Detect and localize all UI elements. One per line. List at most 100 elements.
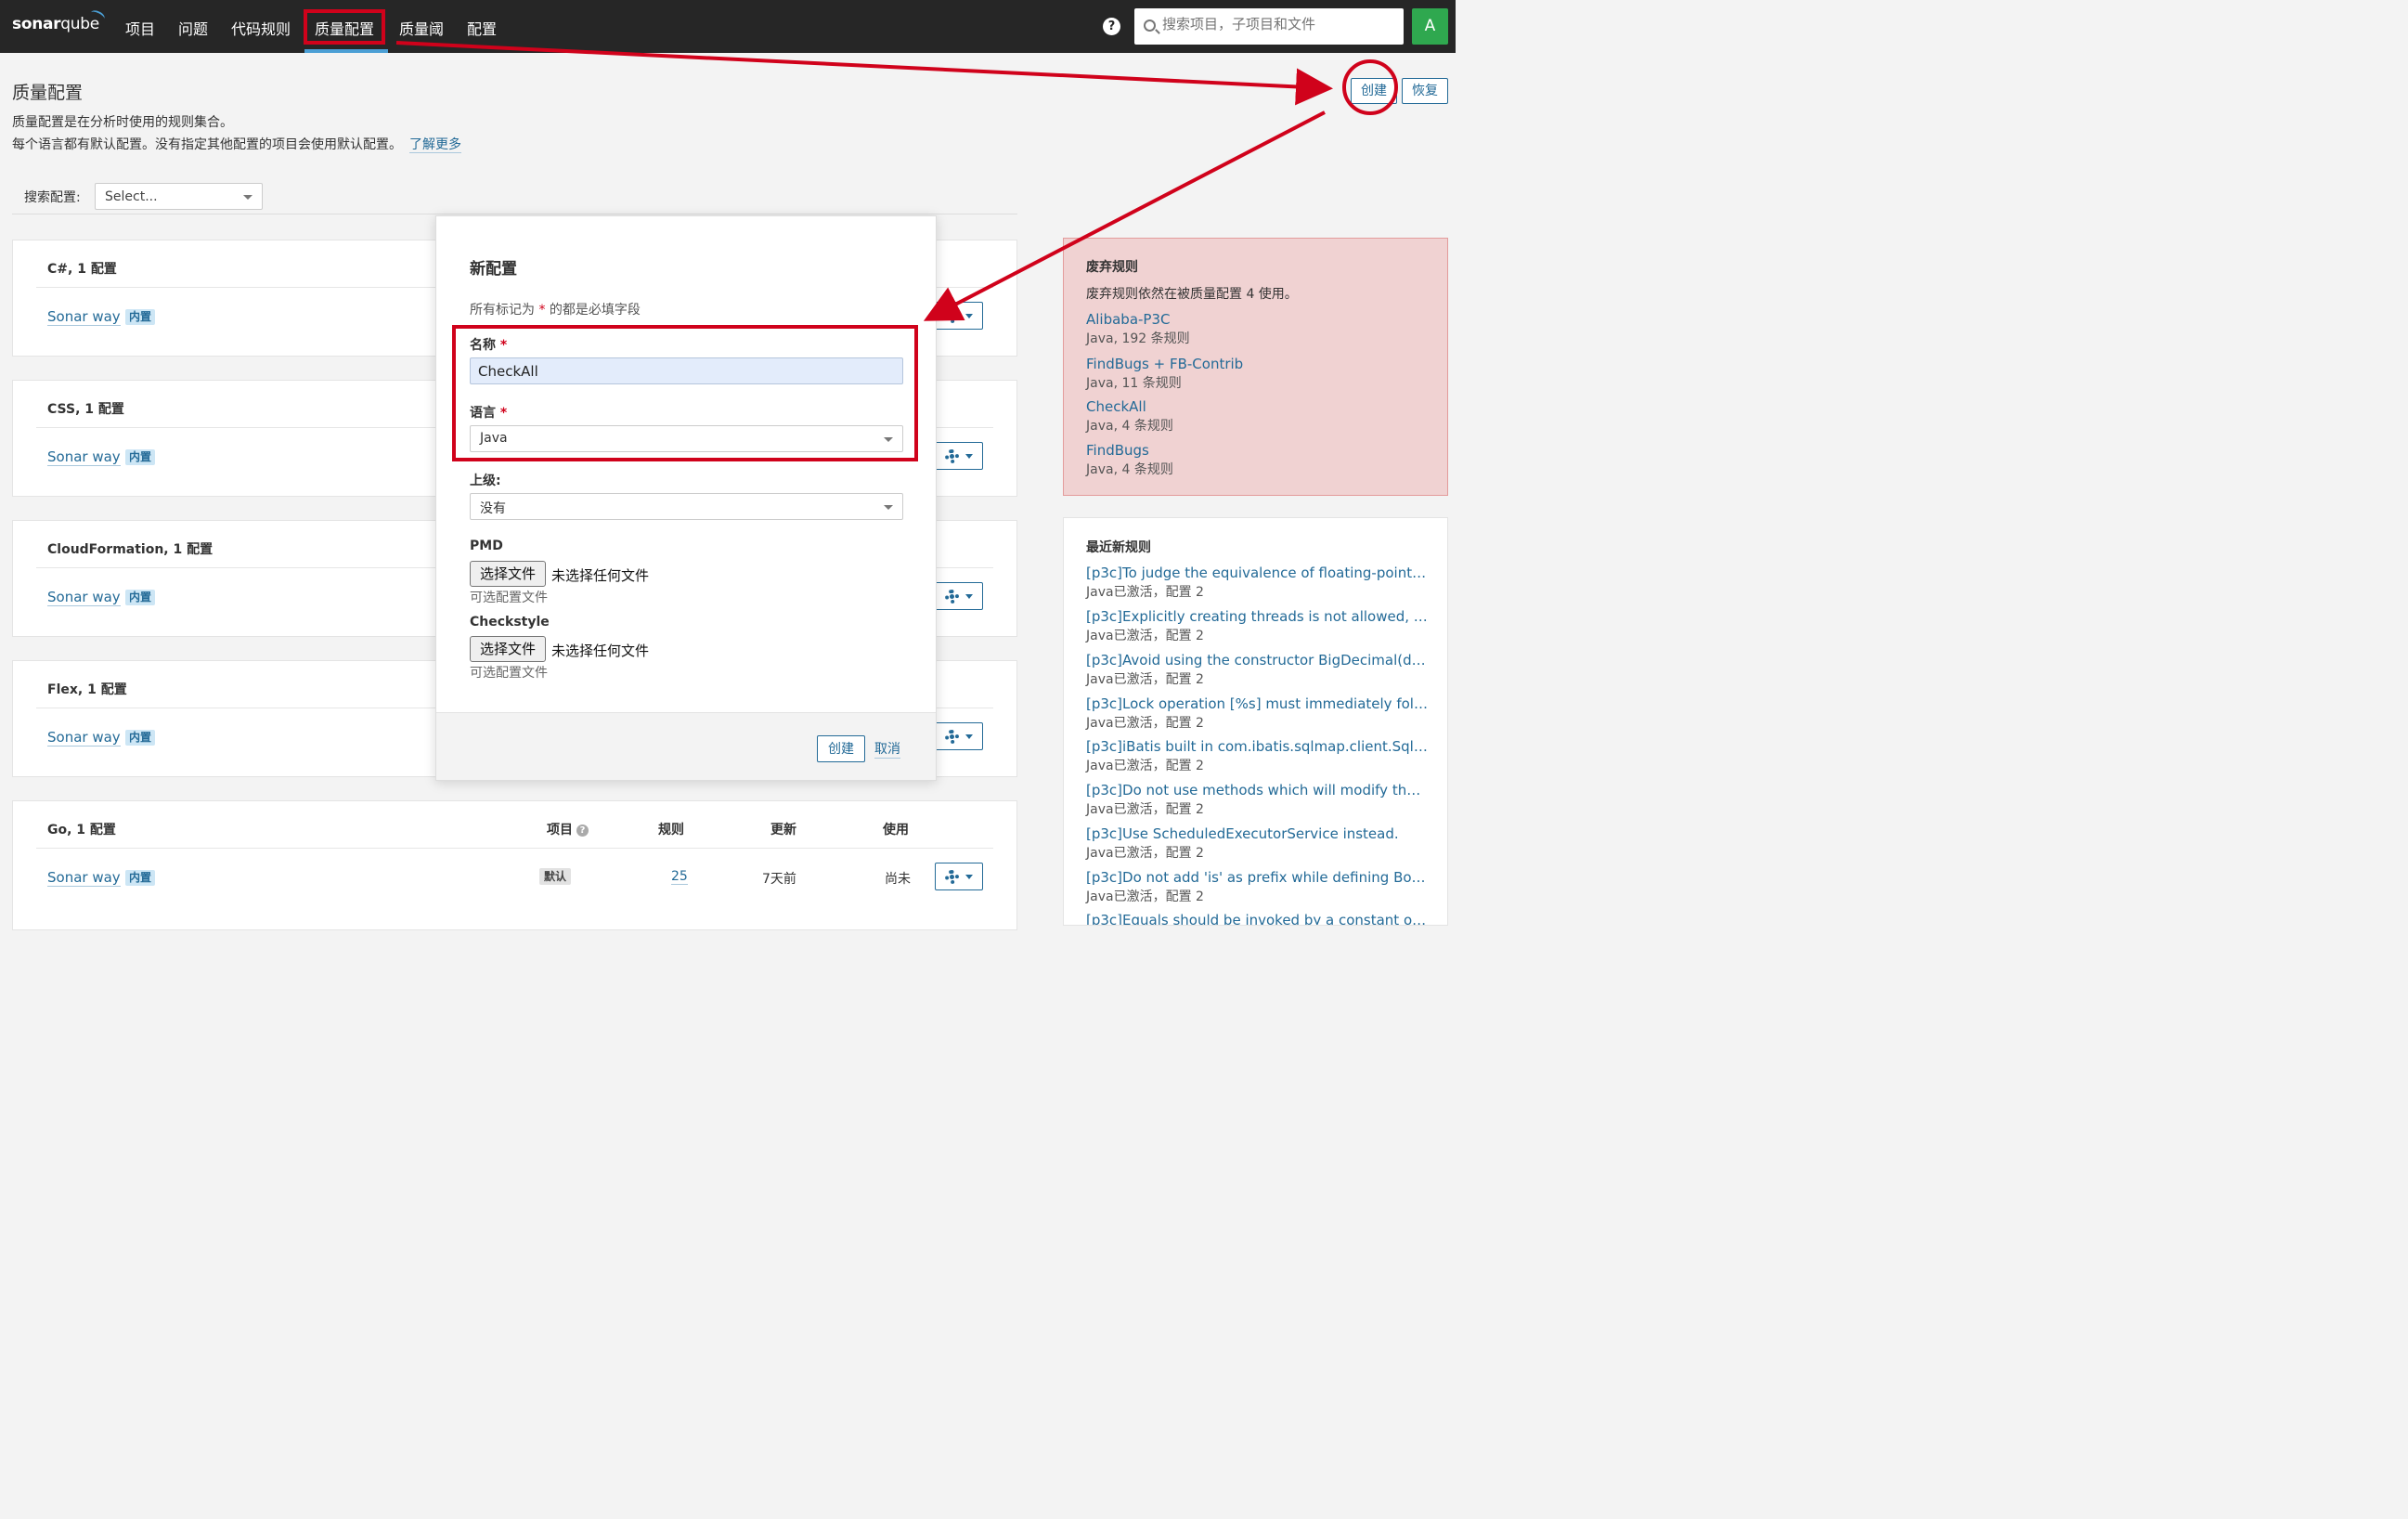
nav-projects[interactable]: 项目 [125, 17, 155, 39]
column-rules: 规则 [658, 823, 684, 837]
recent-rule-link[interactable]: [p3c]Use ScheduledExecutorService instea… [1086, 825, 1428, 842]
page-description-default: 每个语言都有默认配置。没有指定其他配置的项目会使用默认配置。 了解更多 [12, 137, 461, 153]
modal-cancel-link[interactable]: 取消 [874, 739, 900, 759]
checkstyle-no-file-text: 未选择任何文件 [551, 643, 650, 659]
profile-link[interactable]: Sonar way [47, 308, 121, 326]
top-navbar: sonarqube 项目 问题 代码规则 质量配置 质量阈 配置 ? A [0, 0, 1456, 53]
deprecated-profile-sub: Java, 4 条规则 [1086, 462, 1173, 477]
annotation-box-form [452, 325, 918, 461]
language-title: C#, 1 配置 [47, 262, 117, 277]
annotation-box-nav [304, 9, 385, 45]
builtin-badge: 内置 [125, 449, 156, 465]
search-icon [1144, 19, 1156, 32]
checkstyle-label: Checkstyle [470, 615, 550, 630]
gear-icon [945, 590, 959, 604]
modal-create-button[interactable]: 创建 [817, 735, 865, 762]
parent-select[interactable]: 没有 [470, 493, 903, 520]
parent-label: 上级: [470, 474, 501, 488]
recent-rule-sub: Java已激活，配置 2 [1086, 846, 1204, 861]
caret-down-icon [965, 314, 973, 318]
caret-down-icon [965, 454, 973, 459]
profile-link[interactable]: Sonar way [47, 589, 121, 606]
new-profile-modal: 新配置 所有标记为 * 的都是必填字段 名称 * 语言 * Java 上级: 没… [435, 215, 937, 781]
modal-title: 新配置 [470, 260, 517, 279]
deprecated-profile-sub: Java, 11 条规则 [1086, 376, 1182, 391]
global-search[interactable] [1134, 8, 1404, 45]
profile-actions-button[interactable] [935, 442, 983, 470]
language-title: CloudFormation, 1 配置 [47, 542, 214, 557]
recent-rule-link[interactable]: [p3c]Avoid using the constructor BigDeci… [1086, 652, 1428, 669]
search-input[interactable] [1162, 16, 1394, 32]
deprecated-profile-link[interactable]: CheckAll [1086, 398, 1146, 415]
nav-rules[interactable]: 代码规则 [231, 17, 291, 39]
recent-rule-sub: Java已激活，配置 2 [1086, 889, 1204, 904]
pmd-label: PMD [470, 539, 503, 553]
caret-down-icon [965, 875, 973, 879]
builtin-badge: 内置 [125, 730, 156, 746]
profile-actions-button[interactable] [935, 863, 983, 890]
deprecated-profile-sub: Java, 4 条规则 [1086, 419, 1173, 434]
recent-rule-link[interactable]: [p3c]Do not add 'is' as prefix while def… [1086, 869, 1428, 886]
modal-footer: 创建 取消 [436, 712, 936, 780]
page-description: 质量配置是在分析时使用的规则集合。 [12, 115, 233, 130]
pmd-no-file-text: 未选择任何文件 [551, 567, 650, 584]
column-used: 使用 [883, 823, 909, 837]
deprecated-profile-link[interactable]: FindBugs + FB-Contrib [1086, 356, 1243, 372]
help-icon[interactable]: ? [576, 824, 589, 837]
gear-icon [945, 870, 959, 884]
recent-rule-link[interactable]: [p3c]Equals should be invoked by a const… [1086, 912, 1428, 925]
gear-icon [945, 309, 959, 323]
profile-actions-button[interactable] [935, 582, 983, 610]
profile-search-select[interactable]: Select... [95, 183, 263, 210]
nav-quality-gates[interactable]: 质量阈 [399, 17, 444, 39]
required-hint: 所有标记为 * 的都是必填字段 [470, 303, 641, 318]
card-divider [36, 848, 993, 849]
deprecated-profile-sub: Java, 192 条规则 [1086, 331, 1190, 346]
filter-label: 搜索配置: [24, 190, 81, 205]
checkstyle-choose-file-button[interactable]: 选择文件 [470, 636, 546, 662]
recent-rule-sub: Java已激活，配置 2 [1086, 585, 1204, 600]
learn-more-link[interactable]: 了解更多 [409, 137, 461, 153]
deprecated-text: 废弃规则依然在被质量配置 4 使用。 [1086, 287, 1298, 302]
gear-icon [945, 730, 959, 744]
caret-down-icon [243, 195, 252, 200]
caret-down-icon [884, 505, 893, 510]
nav-active-indicator [304, 49, 388, 53]
recent-rule-sub: Java已激活，配置 2 [1086, 672, 1204, 687]
sonarqube-logo[interactable]: sonarqube [12, 15, 99, 33]
recent-rule-link[interactable]: [p3c]Do not use methods which will modif… [1086, 782, 1428, 798]
restore-button[interactable]: 恢复 [1402, 78, 1448, 104]
builtin-badge: 内置 [125, 870, 156, 886]
nav-administration[interactable]: 配置 [467, 17, 497, 39]
caret-down-icon [965, 594, 973, 599]
deprecated-title: 废弃规则 [1086, 260, 1138, 275]
profile-link[interactable]: Sonar way [47, 729, 121, 747]
column-updated: 更新 [770, 823, 796, 837]
deprecated-rules-panel: 废弃规则 废弃规则依然在被质量配置 4 使用。 Alibaba-P3C Java… [1063, 238, 1448, 496]
recent-rule-sub: Java已激活，配置 2 [1086, 716, 1204, 731]
column-projects: 项目? [547, 820, 589, 838]
recent-rule-link[interactable]: [p3c]To judge the equivalence of floatin… [1086, 565, 1428, 581]
deprecated-profile-link[interactable]: Alibaba-P3C [1086, 311, 1171, 328]
gear-icon [945, 449, 959, 463]
builtin-badge: 内置 [125, 590, 156, 605]
recent-rule-link[interactable]: [p3c]Explicitly creating threads is not … [1086, 608, 1428, 625]
rules-count-link[interactable]: 25 [671, 869, 688, 885]
profile-actions-button[interactable] [935, 722, 983, 750]
recent-rule-sub: Java已激活，配置 2 [1086, 802, 1204, 817]
nav-issues[interactable]: 问题 [178, 17, 208, 39]
deprecated-profile-link[interactable]: FindBugs [1086, 442, 1149, 459]
profile-link[interactable]: Sonar way [47, 869, 121, 887]
help-icon[interactable]: ? [1103, 18, 1120, 35]
annotation-circle [1342, 59, 1398, 115]
user-avatar[interactable]: A [1412, 8, 1448, 45]
updated-value: 7天前 [762, 872, 796, 887]
recent-rule-link[interactable]: [p3c]Lock operation [%s] must immediatel… [1086, 695, 1428, 712]
recent-rule-sub: Java已激活，配置 2 [1086, 759, 1204, 773]
builtin-badge: 内置 [125, 309, 156, 325]
recent-rule-sub: Java已激活，配置 2 [1086, 629, 1204, 643]
pmd-choose-file-button[interactable]: 选择文件 [470, 561, 546, 587]
profile-actions-button[interactable] [935, 302, 983, 330]
recent-rule-link[interactable]: [p3c]iBatis built in com.ibatis.sqlmap.c… [1086, 738, 1428, 755]
profile-link[interactable]: Sonar way [47, 448, 121, 466]
